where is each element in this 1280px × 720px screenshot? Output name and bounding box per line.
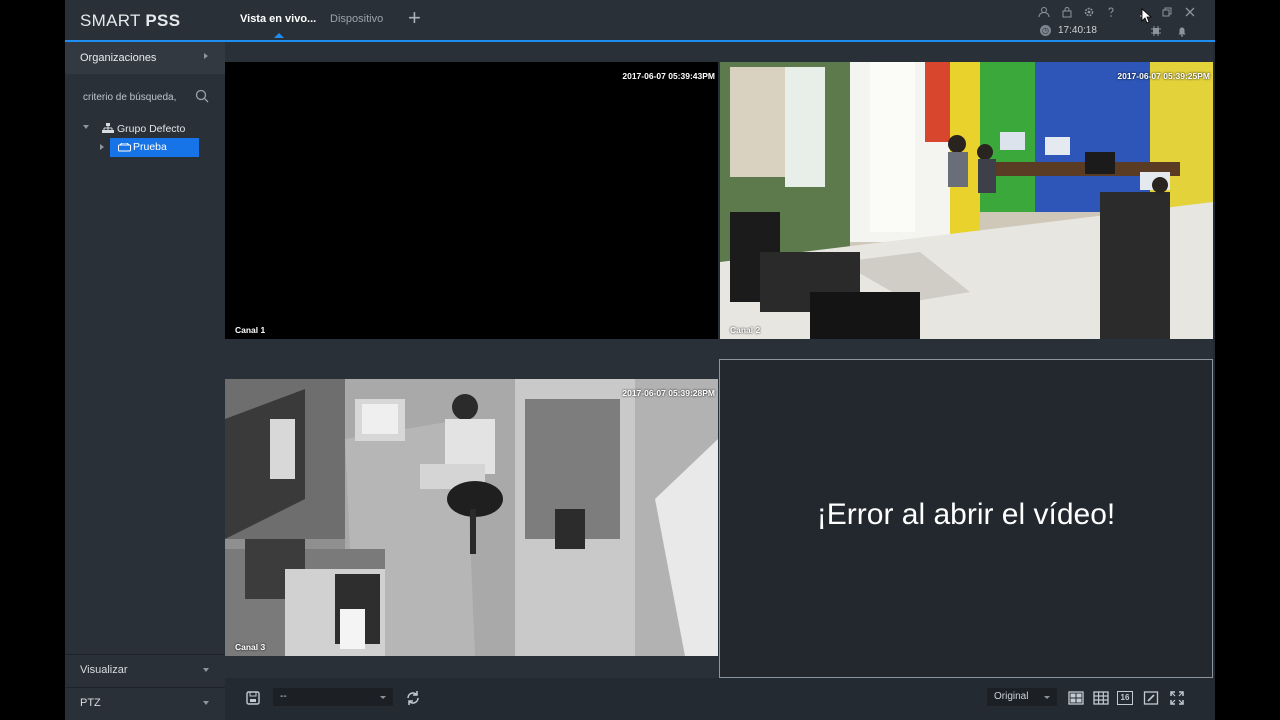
chevron-right-icon[interactable] bbox=[100, 144, 104, 150]
mouse-cursor-icon bbox=[1141, 8, 1153, 24]
video-cell-3[interactable]: 2017-06-07 05:39:28PM Canal 3 bbox=[225, 359, 718, 676]
add-tab-icon[interactable]: + bbox=[408, 7, 421, 29]
video-cell-4[interactable]: ¡Error al abrir el vídeo! bbox=[719, 359, 1213, 678]
tree-device-label: Prueba bbox=[133, 141, 167, 153]
chevron-down-icon bbox=[203, 701, 209, 705]
video-error-message: ¡Error al abrir el vídeo! bbox=[816, 498, 1116, 531]
chevron-down-icon[interactable] bbox=[83, 125, 89, 129]
close-icon[interactable] bbox=[1184, 6, 1196, 18]
chevron-right-icon bbox=[204, 53, 208, 59]
layout-4-icon[interactable] bbox=[1068, 690, 1084, 706]
user-icon[interactable] bbox=[1038, 6, 1050, 18]
view-preset-select[interactable]: -- bbox=[273, 688, 393, 706]
fullscreen-icon[interactable] bbox=[1169, 690, 1185, 706]
chevron-down-icon bbox=[203, 668, 209, 672]
app-logo: SMART PSS bbox=[80, 11, 181, 30]
search-box bbox=[77, 87, 217, 107]
video-timestamp: 2017-06-07 05:39:28PM bbox=[622, 388, 715, 398]
clock-time: 17:40:18 bbox=[1058, 25, 1097, 36]
tree-group-label: Grupo Defecto bbox=[117, 123, 186, 135]
organizations-header[interactable]: Organizaciones bbox=[65, 42, 225, 74]
video-cell-1[interactable]: 2017-06-07 05:39:43PM Canal 1 bbox=[225, 42, 718, 359]
section-visualizar[interactable]: Visualizar bbox=[65, 654, 225, 685]
view-preset-value: -- bbox=[280, 691, 287, 702]
restore-icon[interactable] bbox=[1161, 6, 1173, 18]
lock-icon[interactable] bbox=[1061, 6, 1073, 18]
camera-scene-counter bbox=[225, 379, 718, 656]
video-cell-2[interactable]: 2017-06-07 05:39:25PM Canal 2 bbox=[720, 42, 1213, 359]
channel-label: Canal 1 bbox=[235, 325, 266, 335]
dvr-device-icon bbox=[118, 143, 131, 152]
aspect-ratio-value: Original bbox=[994, 691, 1029, 702]
title-bar: SMART PSS Vista en vivo... Dispositivo +… bbox=[65, 0, 1215, 42]
clock-icon: ◷ bbox=[1040, 25, 1051, 36]
video-grid: 2017-06-07 05:39:43PM Canal 1 2017-06-07… bbox=[225, 42, 1213, 678]
gear-icon[interactable] bbox=[1083, 6, 1095, 18]
cpu-icon[interactable] bbox=[1150, 25, 1162, 37]
save-icon[interactable] bbox=[245, 690, 261, 706]
video-feed-3[interactable]: 2017-06-07 05:39:28PM Canal 3 bbox=[225, 379, 718, 656]
camera-scene-office bbox=[720, 62, 1213, 339]
bottom-toolbar: -- Original 16 bbox=[225, 680, 1213, 720]
sidebar: Organizaciones Grupo Defecto Prueba Visu… bbox=[65, 42, 225, 720]
aspect-ratio-select[interactable]: Original bbox=[987, 688, 1057, 706]
help-icon[interactable] bbox=[1105, 6, 1117, 18]
refresh-icon[interactable] bbox=[405, 690, 421, 706]
tab-device[interactable]: Dispositivo bbox=[330, 13, 383, 25]
channel-label: Canal 3 bbox=[235, 642, 266, 652]
organizations-title: Organizaciones bbox=[80, 52, 157, 64]
video-timestamp: 2017-06-07 05:39:43PM bbox=[622, 71, 715, 81]
chevron-down-icon bbox=[380, 696, 386, 699]
layout-16-icon[interactable]: 16 bbox=[1117, 691, 1133, 705]
chevron-down-icon bbox=[1044, 696, 1050, 699]
video-feed-2[interactable]: 2017-06-07 05:39:25PM Canal 2 bbox=[720, 62, 1213, 339]
bell-icon[interactable] bbox=[1176, 25, 1188, 37]
section-visualizar-label: Visualizar bbox=[80, 664, 128, 676]
section-ptz[interactable]: PTZ bbox=[65, 687, 225, 718]
smart-pss-window: SMART PSS Vista en vivo... Dispositivo +… bbox=[65, 0, 1215, 720]
custom-layout-icon[interactable] bbox=[1143, 690, 1159, 706]
org-tree-icon bbox=[102, 123, 114, 133]
section-ptz-label: PTZ bbox=[80, 697, 101, 709]
tree-device-prueba[interactable]: Prueba bbox=[100, 138, 199, 157]
tab-live-view[interactable]: Vista en vivo... bbox=[240, 13, 316, 38]
search-icon[interactable] bbox=[195, 89, 209, 103]
video-timestamp: 2017-06-07 05:39:25PM bbox=[1117, 71, 1210, 81]
video-feed-1[interactable]: 2017-06-07 05:39:43PM Canal 1 bbox=[225, 62, 718, 339]
layout-9-icon[interactable] bbox=[1093, 690, 1109, 706]
search-input[interactable] bbox=[83, 90, 183, 104]
channel-label: Canal 2 bbox=[730, 325, 761, 335]
